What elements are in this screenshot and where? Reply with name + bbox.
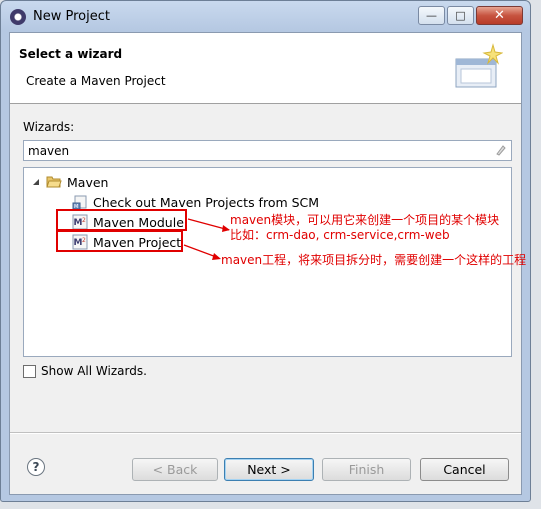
module-arrow-line [187,218,230,231]
wizard-filter-input[interactable]: maven [23,140,512,161]
help-icon[interactable]: ? [27,458,45,476]
wizard-header: Select a wizard Create a Maven Project [10,33,521,104]
title-bar[interactable]: New Project — □ ✕ [1,1,530,31]
maven-module-highlight-box [56,209,187,231]
minimize-button[interactable]: — [418,6,445,25]
next-button[interactable]: Next > [224,458,314,481]
tree-category-label: Maven [67,174,109,190]
maximize-button[interactable]: □ [447,6,474,25]
filter-value: maven [28,144,70,158]
page-description: Create a Maven Project [26,74,166,88]
module-arrowhead [222,225,230,232]
folder-open-icon [46,176,62,188]
new-wizard-banner-icon [455,43,503,88]
window-title: New Project [33,9,110,24]
eclipse-icon [10,9,26,25]
module-annotation-line2: 比如：crm-dao, crm-service,crm-web [230,228,450,242]
tree-item-label: Check out Maven Projects from SCM [93,194,320,210]
maven-project-highlight-box [56,230,183,252]
project-annotation: maven工程，将来项目拆分时，需要创建一个这样的工程 [221,253,527,267]
dialog-content: Select a wizard Create a Maven Project W… [9,32,526,495]
clear-filter-icon[interactable] [495,144,507,156]
project-arrowhead [212,253,221,260]
wizard-tree[interactable]: Maven M Check out Maven Projects from SC… [23,167,526,357]
cancel-button[interactable]: Cancel [420,458,509,481]
back-button[interactable]: < Back [132,458,218,481]
wizards-label: Wizards: [23,120,75,134]
expanded-arrow-icon[interactable] [31,177,41,187]
finish-button[interactable]: Finish [322,458,411,481]
checkbox-box[interactable] [23,364,36,378]
button-bar-divider [10,432,521,434]
show-all-wizards-checkbox[interactable]: Show All Wizards. [23,364,147,378]
checkout-scm-icon: M [72,195,87,210]
project-arrow-line [183,244,220,259]
new-project-dialog: New Project — □ ✕ Select a wizard Create… [0,0,531,502]
page-title: Select a wizard [19,47,123,61]
show-all-label: Show All Wizards. [41,364,147,378]
close-button[interactable]: ✕ [476,6,523,25]
tree-category-maven[interactable]: Maven [31,173,108,191]
